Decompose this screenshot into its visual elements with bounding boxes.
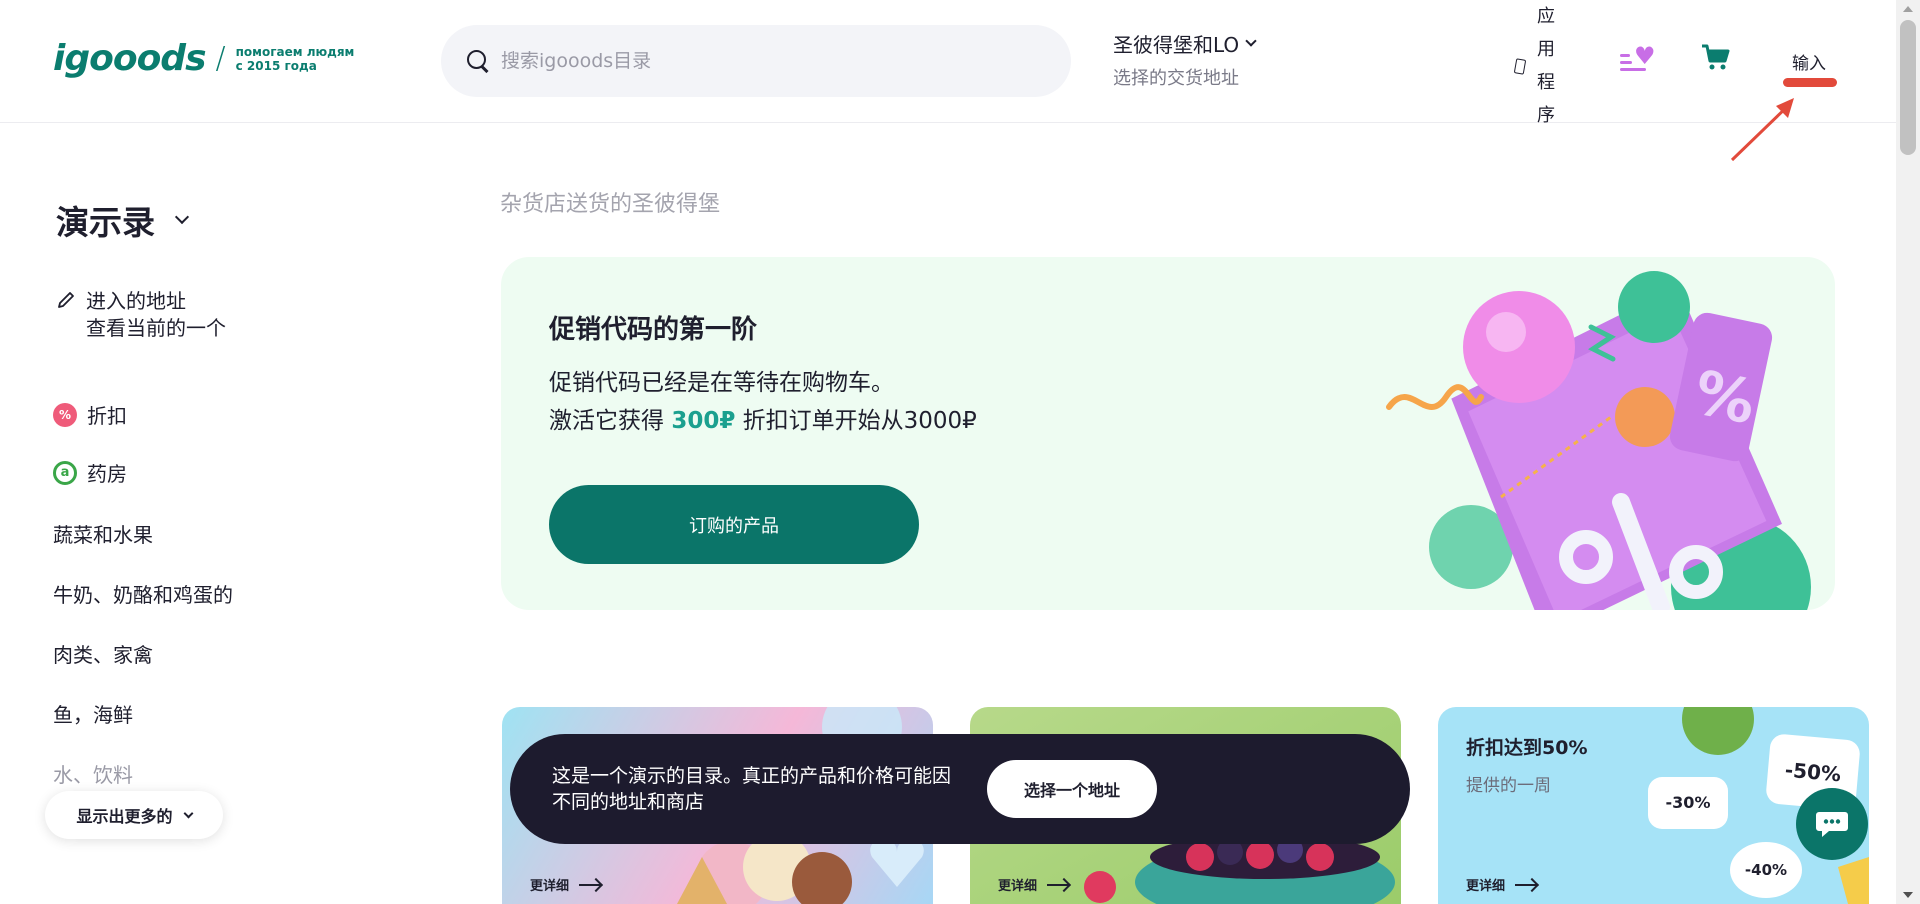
chat-icon: [1816, 812, 1848, 837]
card-more-label: 更详细: [1466, 879, 1506, 894]
sidebar-item-discounts[interactable]: % 折扣: [53, 400, 127, 429]
address-line1: 进入的地址: [86, 289, 186, 313]
city-label: 圣彼得堡和LO: [1113, 33, 1240, 57]
annotation-arrow-icon: [1730, 98, 1794, 162]
card-more-label: 更详细: [998, 879, 1038, 894]
chevron-down-icon: [183, 808, 193, 818]
phone-icon: [1513, 57, 1527, 75]
sidebar-item-label: 药房: [87, 462, 127, 486]
scroll-thumb[interactable]: [1900, 20, 1916, 155]
search-bar[interactable]: [441, 25, 1071, 97]
sidebar-item-vegetables[interactable]: 蔬菜和水果: [53, 519, 153, 548]
catalog-title[interactable]: 演示录: [56, 196, 190, 244]
search-icon: [465, 48, 491, 74]
notice-text: 这是一个演示的目录。真正的产品和价格可能因不同的地址和商店: [552, 765, 952, 813]
logo-divider: /: [215, 41, 226, 76]
sidebar-item-label: 鱼，海鲜: [53, 703, 133, 727]
promo-coupon-illustration: %: [1386, 271, 1811, 610]
heart-icon: ♥: [1634, 42, 1656, 70]
demo-catalog-notice: 这是一个演示的目录。真正的产品和价格可能因不同的地址和商店 选择一个地址: [510, 734, 1410, 844]
sidebar-item-label: 折扣: [87, 404, 127, 428]
card-subtitle: 提供的一周: [1466, 776, 1551, 796]
site-logo[interactable]: igooods / помогаем людям с 2015 года: [53, 38, 354, 79]
favorites-icon-line: [1620, 61, 1632, 64]
pencil-icon: [58, 292, 74, 308]
choose-address-button[interactable]: 选择一个地址: [987, 760, 1157, 818]
catalog-title-label: 演示录: [56, 203, 155, 242]
promo-text-prefix: 激活它获得: [549, 408, 672, 434]
chat-button[interactable]: [1796, 788, 1868, 860]
search-input[interactable]: [501, 50, 1021, 72]
pharmacy-badge-icon: a: [53, 460, 77, 485]
sidebar-item-drinks[interactable]: 水、饮料: [53, 759, 133, 788]
sidebar-item-label: 肉类、家禽: [53, 643, 153, 667]
favorites-icon-line: [1620, 54, 1630, 57]
arrow-right-icon: [1047, 883, 1070, 886]
page-subtitle: 杂货店送货的圣彼得堡: [500, 192, 721, 217]
login-link[interactable]: 输入: [1792, 49, 1826, 74]
location-selector[interactable]: 圣彼得堡和LO 选择的交货地址: [1113, 29, 1257, 90]
discount-tag-40: -40%: [1730, 842, 1802, 898]
promo-text-suffix: 折扣订单开始从3000₽: [735, 408, 977, 434]
logo-tagline-line1: помогаем людям: [235, 44, 355, 59]
promo-text-line2: 激活它获得 300₽ 折扣订单开始从3000₽: [549, 401, 977, 435]
promo-amount: 300₽: [671, 408, 736, 434]
sidebar-item-dairy[interactable]: 牛奶、奶酪和鸡蛋的: [53, 579, 233, 608]
chevron-down-icon: [174, 209, 190, 225]
address-line2: 查看当前的一个: [86, 316, 226, 340]
card-title: 折扣达到50%: [1466, 737, 1588, 759]
sidebar-item-label: 牛奶、奶酪和鸡蛋的: [53, 583, 233, 607]
page-scrollbar[interactable]: [1896, 0, 1920, 904]
logo-tagline-line2: с 2015 года: [235, 58, 317, 73]
favorites-icon[interactable]: ♥: [1620, 44, 1656, 72]
show-more-label: 显示出更多的: [76, 807, 173, 826]
card-more-link[interactable]: 更详细: [998, 875, 1070, 894]
sidebar-item-label: 蔬菜和水果: [53, 523, 153, 547]
city-select[interactable]: 圣彼得堡和LO: [1113, 29, 1257, 58]
sidebar-item-label: 水、饮料: [53, 763, 133, 787]
arrow-right-icon: [1515, 883, 1538, 886]
chevron-down-icon: [1245, 34, 1257, 47]
sidebar-item-meat[interactable]: 肉类、家禽: [53, 639, 153, 668]
order-products-button[interactable]: 订购的产品: [549, 485, 919, 564]
app-link[interactable]: 应用程序: [1513, 0, 1559, 132]
logo-wordmark: igooods: [53, 38, 207, 79]
scroll-up-icon[interactable]: [1903, 6, 1913, 12]
annotation-underline: [1783, 78, 1837, 87]
delivery-address-hint: 选择的交货地址: [1113, 68, 1239, 89]
discount-badge-icon: %: [53, 402, 77, 427]
card-more-link[interactable]: 更详细: [530, 875, 602, 894]
logo-tagline: помогаем людям с 2015 года: [236, 45, 355, 73]
app-link-label: 应用程序: [1537, 6, 1555, 126]
cart-icon[interactable]: [1700, 42, 1730, 72]
show-more-button[interactable]: 显示出更多的: [45, 791, 223, 839]
promo-title: 促销代码的第一阶: [549, 315, 758, 345]
enter-address-link[interactable]: 进入的地址 查看当前的一个: [56, 288, 226, 342]
arrow-right-icon: [579, 883, 602, 886]
scroll-down-icon[interactable]: [1903, 892, 1913, 898]
card-more-label: 更详细: [530, 879, 570, 894]
sidebar-item-pharmacy[interactable]: a 药房: [53, 458, 127, 487]
card-more-link[interactable]: 更详细: [1466, 875, 1538, 894]
top-header: igooods / помогаем людям с 2015 года 圣彼得…: [0, 0, 1896, 126]
promo-banner: 促销代码的第一阶 促销代码已经是在等待在购物车。 激活它获得 300₽ 折扣订单…: [501, 257, 1835, 610]
discount-tag-30: -30%: [1648, 777, 1728, 829]
promo-text-line1: 促销代码已经是在等待在购物车。: [549, 370, 894, 396]
sidebar-item-fish[interactable]: 鱼，海鲜: [53, 699, 133, 728]
